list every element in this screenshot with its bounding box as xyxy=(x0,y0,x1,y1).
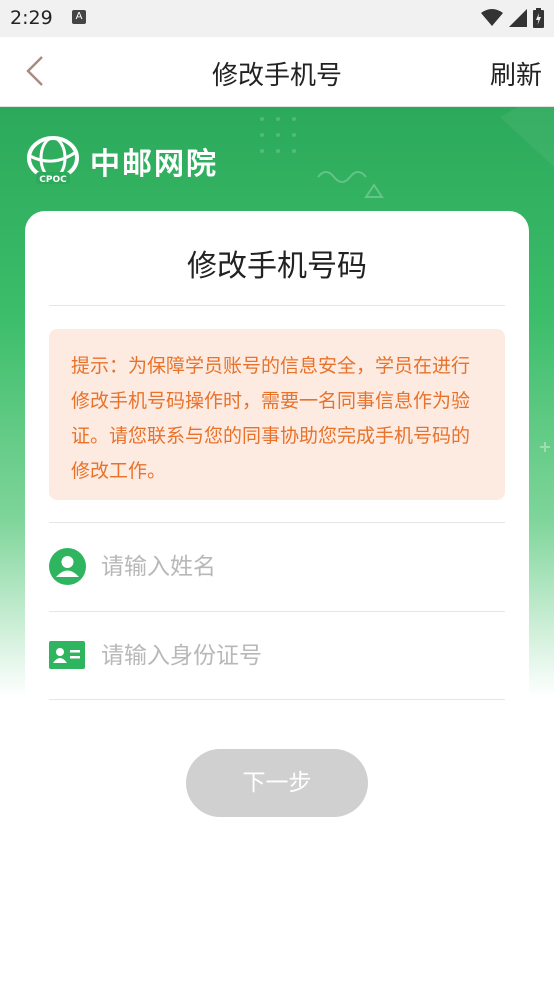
name-divider xyxy=(49,611,505,612)
id-field xyxy=(49,613,505,700)
id-number-input[interactable] xyxy=(99,635,503,677)
wifi-icon xyxy=(481,9,503,26)
id-card-icon xyxy=(49,641,85,669)
notification-a-icon: A xyxy=(72,10,86,24)
signal-icon xyxy=(509,9,527,27)
nav-bar: 修改手机号 刷新 xyxy=(0,37,554,107)
notice-divider xyxy=(49,522,505,523)
next-button[interactable]: 下一步 xyxy=(186,749,368,817)
name-field xyxy=(49,524,505,611)
refresh-button[interactable]: 刷新 xyxy=(490,55,542,92)
notice-text: 提示：为保障学员账号的信息安全，学员在进行修改手机号码操作时，需要一名同事信息作… xyxy=(71,355,471,482)
title-divider xyxy=(49,305,505,306)
battery-icon xyxy=(533,8,544,28)
status-icons xyxy=(481,7,544,29)
user-icon xyxy=(49,548,86,585)
brand-name: 中邮网院 xyxy=(90,147,218,182)
page-title: 修改手机号 xyxy=(211,61,342,91)
id-divider xyxy=(49,699,505,700)
cpoc-badge-text: CPOC xyxy=(39,175,67,185)
cpoc-globe-icon: CPOC xyxy=(27,136,79,185)
brand-logo: CPOC 中邮网院 xyxy=(26,134,218,188)
status-bar: 2:29 A xyxy=(0,0,554,37)
name-input[interactable] xyxy=(99,546,503,588)
notice-box: 提示：为保障学员账号的信息安全，学员在进行修改手机号码操作时，需要一名同事信息作… xyxy=(49,329,505,500)
verification-card: 修改手机号码 提示：为保障学员账号的信息安全，学员在进行修改手机号码操作时，需要… xyxy=(25,211,529,891)
card-title: 修改手机号码 xyxy=(187,249,367,284)
status-time: 2:29 xyxy=(10,7,53,29)
